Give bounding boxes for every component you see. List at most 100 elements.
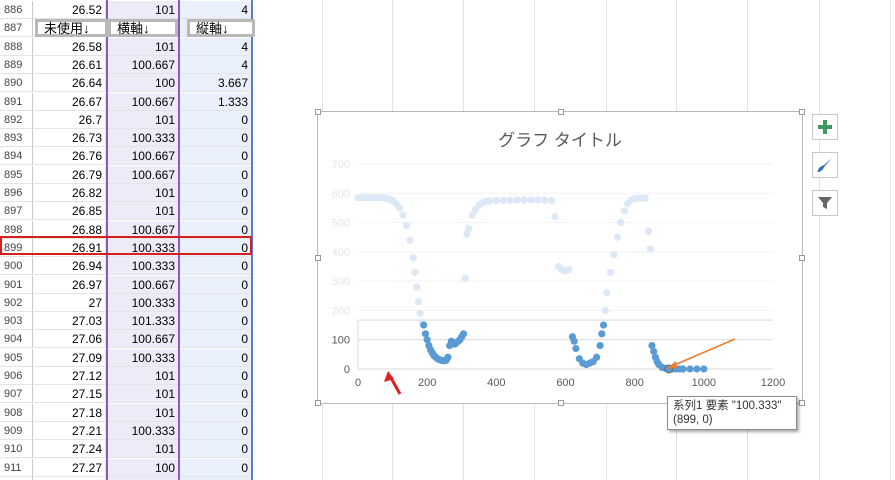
resize-handle-left[interactable] bbox=[315, 255, 321, 261]
row-number[interactable]: 909 bbox=[0, 421, 33, 440]
cell-unused[interactable]: 26.58 bbox=[33, 37, 106, 56]
cell-y-value[interactable]: 0 bbox=[179, 165, 252, 184]
cell-x-value[interactable]: 100.667 bbox=[106, 330, 179, 349]
row-number[interactable]: 910 bbox=[0, 440, 33, 459]
cell-unused[interactable]: 26.82 bbox=[33, 184, 106, 202]
cell-unused[interactable]: 26.7 bbox=[33, 110, 106, 129]
cell-y-value[interactable]: 4 bbox=[179, 1, 252, 19]
cell-x-value[interactable]: 100.333 bbox=[106, 293, 179, 312]
row-number[interactable]: 900 bbox=[0, 257, 33, 276]
cell-x-value[interactable]: 100.333 bbox=[106, 129, 179, 148]
cell-unused[interactable]: 27.03 bbox=[33, 312, 106, 331]
scatter-plot[interactable]: 0 100 200 300 400 500 600 700 0 200 400 600 800 1000 1… bbox=[318, 112, 802, 403]
row-number[interactable]: 894 bbox=[0, 147, 33, 166]
row-number[interactable]: 906 bbox=[0, 367, 33, 385]
chart-elements-button[interactable] bbox=[812, 114, 838, 140]
row-number[interactable]: 892 bbox=[0, 110, 33, 129]
row-number[interactable]: 904 bbox=[0, 330, 33, 349]
cell-y-value[interactable]: 4 bbox=[179, 55, 252, 74]
cell-x-value[interactable]: 101 bbox=[106, 367, 179, 385]
resize-handle-top-right[interactable] bbox=[799, 109, 805, 115]
cell-y-value[interactable]: 0 bbox=[179, 440, 252, 459]
resize-handle-bottom[interactable] bbox=[558, 400, 564, 406]
row-number[interactable]: 896 bbox=[0, 184, 33, 202]
row-number[interactable]: 891 bbox=[0, 92, 33, 111]
cell-unused[interactable]: 26.52 bbox=[33, 1, 106, 19]
cell-x-value[interactable]: 100.667 bbox=[106, 275, 179, 294]
cell-y-value[interactable]: 4 bbox=[179, 37, 252, 56]
cell-unused[interactable]: 26.79 bbox=[33, 165, 106, 184]
row-number[interactable]: 905 bbox=[0, 348, 33, 367]
cell-y-value[interactable]: 0 bbox=[179, 110, 252, 129]
row-number[interactable]: 907 bbox=[0, 385, 33, 404]
cell-x-value[interactable]: 101 bbox=[106, 403, 179, 422]
cell-unused[interactable]: 27.09 bbox=[33, 348, 106, 367]
cell-x-value[interactable]: 100.333 bbox=[106, 348, 179, 367]
row-number[interactable]: 908 bbox=[0, 403, 33, 422]
cell-unused[interactable]: 27.18 bbox=[33, 403, 106, 422]
cell-y-value[interactable]: 0 bbox=[179, 403, 252, 422]
cell-x-value[interactable]: 100 bbox=[106, 74, 179, 93]
cell-unused[interactable]: 26.97 bbox=[33, 275, 106, 294]
chart-area[interactable]: グラフ タイトル 0 100 200 300 400 500 600 700 0 200 400 60… bbox=[315, 109, 805, 406]
cell-x-value[interactable]: 101 bbox=[106, 440, 179, 459]
header-unused[interactable]: 未使用↓ bbox=[35, 19, 108, 37]
cell-x-value[interactable]: 101 bbox=[106, 37, 179, 56]
row-number[interactable]: 886 bbox=[0, 1, 33, 19]
cell-x-value[interactable]: 100.667 bbox=[106, 55, 179, 74]
cell-x-value[interactable]: 101 bbox=[106, 202, 179, 221]
cell-unused[interactable]: 26.94 bbox=[33, 257, 106, 276]
header-x-axis[interactable]: 横軸↓ bbox=[108, 19, 178, 37]
cell-y-value[interactable]: 0 bbox=[179, 312, 252, 331]
cell-x-value[interactable]: 101 bbox=[106, 385, 179, 404]
row-number[interactable]: 895 bbox=[0, 165, 33, 184]
cell-y-value[interactable]: 0 bbox=[179, 367, 252, 385]
cell-x-value[interactable]: 100.333 bbox=[106, 257, 179, 276]
chart-styles-button[interactable] bbox=[812, 152, 838, 178]
cell-unused[interactable]: 27.27 bbox=[33, 458, 106, 477]
cell-unused[interactable]: 26.61 bbox=[33, 55, 106, 74]
cell-y-value[interactable]: 0 bbox=[179, 257, 252, 276]
cell-unused[interactable]: 26.73 bbox=[33, 129, 106, 148]
row-number[interactable]: 893 bbox=[0, 129, 33, 148]
row-number[interactable]: 889 bbox=[0, 55, 33, 74]
cell-y-value[interactable]: 0 bbox=[179, 202, 252, 221]
chart-filters-button[interactable] bbox=[812, 190, 838, 216]
header-y-axis[interactable]: 縦軸↓ bbox=[187, 19, 255, 37]
cell-x-value[interactable]: 101 bbox=[106, 184, 179, 202]
cell-unused[interactable]: 27 bbox=[33, 293, 106, 312]
cell-x-value[interactable]: 100.333 bbox=[106, 421, 179, 440]
resize-handle-bottom-left[interactable] bbox=[315, 400, 321, 406]
cell-unused[interactable]: 26.76 bbox=[33, 147, 106, 166]
cell-y-value[interactable]: 0 bbox=[179, 330, 252, 349]
cell-unused[interactable]: 26.67 bbox=[33, 92, 106, 111]
cell-y-value[interactable]: 3.667 bbox=[179, 74, 252, 93]
cell-x-value[interactable]: 100 bbox=[106, 458, 179, 477]
row-number[interactable]: 901 bbox=[0, 275, 33, 294]
row-number[interactable]: 887 bbox=[0, 19, 33, 38]
cell-unused[interactable]: 27.24 bbox=[33, 440, 106, 459]
cell-y-value[interactable]: 0 bbox=[179, 275, 252, 294]
resize-handle-top[interactable] bbox=[558, 109, 564, 115]
resize-handle-top-left[interactable] bbox=[315, 109, 321, 115]
row-number[interactable]: 903 bbox=[0, 312, 33, 331]
cell-x-value[interactable]: 100.667 bbox=[106, 165, 179, 184]
cell-unused[interactable]: 27.06 bbox=[33, 330, 106, 349]
cell-y-value[interactable]: 1.333 bbox=[179, 92, 252, 111]
cell-y-value[interactable]: 0 bbox=[179, 293, 252, 312]
cell-y-value[interactable]: 0 bbox=[179, 458, 252, 477]
row-number[interactable]: 902 bbox=[0, 293, 33, 312]
resize-handle-right[interactable] bbox=[799, 255, 805, 261]
row-number[interactable]: 897 bbox=[0, 202, 33, 221]
cell-x-value[interactable]: 101 bbox=[106, 110, 179, 129]
cell-x-value[interactable]: 101.333 bbox=[106, 312, 179, 331]
cell-y-value[interactable]: 0 bbox=[179, 348, 252, 367]
resize-handle-bottom-right[interactable] bbox=[799, 400, 805, 406]
cell-y-value[interactable]: 0 bbox=[179, 129, 252, 148]
cell-unused[interactable]: 26.85 bbox=[33, 202, 106, 221]
row-number[interactable]: 911 bbox=[0, 458, 33, 477]
cell-x-value[interactable]: 100.667 bbox=[106, 92, 179, 111]
row-number[interactable]: 888 bbox=[0, 37, 33, 56]
cell-x-value[interactable]: 100.667 bbox=[106, 147, 179, 166]
cell-unused[interactable]: 26.64 bbox=[33, 74, 106, 93]
